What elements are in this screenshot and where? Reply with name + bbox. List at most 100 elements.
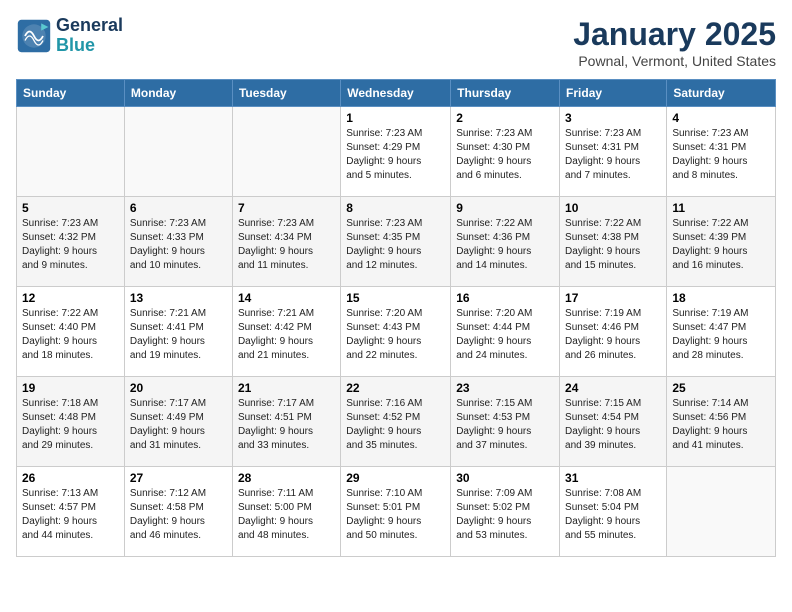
day-number: 16 xyxy=(456,291,554,305)
day-info: Sunrise: 7:23 AMSunset: 4:31 PMDaylight:… xyxy=(565,127,661,183)
day-info: Sunrise: 7:13 AMSunset: 4:57 PMDaylight:… xyxy=(22,487,119,543)
day-number: 3 xyxy=(565,111,661,125)
day-cell: 24Sunrise: 7:15 AMSunset: 4:54 PMDayligh… xyxy=(560,377,667,467)
day-info: Sunrise: 7:11 AMSunset: 5:00 PMDaylight:… xyxy=(238,487,335,543)
logo-text: General Blue xyxy=(56,16,123,56)
day-cell: 13Sunrise: 7:21 AMSunset: 4:41 PMDayligh… xyxy=(124,287,232,377)
day-info: Sunrise: 7:16 AMSunset: 4:52 PMDaylight:… xyxy=(346,397,445,453)
day-info: Sunrise: 7:23 AMSunset: 4:30 PMDaylight:… xyxy=(456,127,554,183)
day-cell: 25 Sunrise: 7:14 AMSunset: 4:56 PMDayligh… xyxy=(667,377,776,467)
day-cell xyxy=(232,107,340,197)
weekday-header-saturday: Saturday xyxy=(667,80,776,107)
day-number: 28 xyxy=(238,471,335,485)
logo-icon xyxy=(16,18,52,54)
day-cell: 19 Sunrise: 7:18 AMSunset: 4:48 PMDayligh… xyxy=(17,377,125,467)
day-cell xyxy=(124,107,232,197)
day-info: Sunrise: 7:22 AMSunset: 4:36 PMDaylight:… xyxy=(456,217,554,273)
calendar-table: SundayMondayTuesdayWednesdayThursdayFrid… xyxy=(16,79,776,557)
day-number: 30 xyxy=(456,471,554,485)
weekday-header-friday: Friday xyxy=(560,80,667,107)
day-number: 11 xyxy=(672,201,770,215)
day-number: 31 xyxy=(565,471,661,485)
title-block: January 2025 Pownal, Vermont, United Sta… xyxy=(573,16,776,69)
day-info: Sunrise: 7:19 AMSunset: 4:47 PMDaylight:… xyxy=(672,307,770,363)
day-number: 25 xyxy=(672,381,770,395)
day-number: 18 xyxy=(672,291,770,305)
week-row-3: 12 Sunrise: 7:22 AMSunset: 4:40 PMDayligh… xyxy=(17,287,776,377)
weekday-header-monday: Monday xyxy=(124,80,232,107)
day-number: 1 xyxy=(346,111,445,125)
weekday-header-thursday: Thursday xyxy=(451,80,560,107)
day-number: 5 xyxy=(22,201,119,215)
day-number: 21 xyxy=(238,381,335,395)
day-info: Sunrise: 7:23 AMSunset: 4:33 PMDaylight:… xyxy=(130,217,227,273)
day-cell xyxy=(17,107,125,197)
day-cell: 1 Sunrise: 7:23 AMSunset: 4:29 PMDaylight… xyxy=(341,107,451,197)
day-cell: 16 Sunrise: 7:20 AMSunset: 4:44 PMDayligh… xyxy=(451,287,560,377)
day-cell: 8 Sunrise: 7:23 AMSunset: 4:35 PMDaylight… xyxy=(341,197,451,287)
weekday-header-sunday: Sunday xyxy=(17,80,125,107)
day-number: 9 xyxy=(456,201,554,215)
location: Pownal, Vermont, United States xyxy=(573,53,776,69)
month-title: January 2025 xyxy=(573,16,776,53)
day-cell: 3 Sunrise: 7:23 AMSunset: 4:31 PMDaylight… xyxy=(560,107,667,197)
day-info: Sunrise: 7:09 AMSunset: 5:02 PMDaylight:… xyxy=(456,487,554,543)
day-number: 8 xyxy=(346,201,445,215)
week-row-1: 1 Sunrise: 7:23 AMSunset: 4:29 PMDaylight… xyxy=(17,107,776,197)
day-number: 14 xyxy=(238,291,335,305)
day-number: 19 xyxy=(22,381,119,395)
day-cell: 11 Sunrise: 7:22 AMSunset: 4:39 PMDayligh… xyxy=(667,197,776,287)
day-cell: 31Sunrise: 7:08 AMSunset: 5:04 PMDayligh… xyxy=(560,467,667,557)
day-cell: 15 Sunrise: 7:20 AMSunset: 4:43 PMDayligh… xyxy=(341,287,451,377)
day-cell: 10 Sunrise: 7:22 AMSunset: 4:38 PMDayligh… xyxy=(560,197,667,287)
day-info: Sunrise: 7:19 AMSunset: 4:46 PMDaylight:… xyxy=(565,307,661,363)
day-number: 15 xyxy=(346,291,445,305)
day-cell: 6 Sunrise: 7:23 AMSunset: 4:33 PMDaylight… xyxy=(124,197,232,287)
weekday-header-row: SundayMondayTuesdayWednesdayThursdayFrid… xyxy=(17,80,776,107)
day-number: 10 xyxy=(565,201,661,215)
day-info: Sunrise: 7:17 AMSunset: 4:51 PMDaylight:… xyxy=(238,397,335,453)
day-cell: 21 Sunrise: 7:17 AMSunset: 4:51 PMDayligh… xyxy=(232,377,340,467)
day-cell: 22 Sunrise: 7:16 AMSunset: 4:52 PMDayligh… xyxy=(341,377,451,467)
weekday-header-wednesday: Wednesday xyxy=(341,80,451,107)
day-cell: 12 Sunrise: 7:22 AMSunset: 4:40 PMDayligh… xyxy=(17,287,125,377)
day-cell: 5Sunrise: 7:23 AMSunset: 4:32 PMDaylight… xyxy=(17,197,125,287)
day-number: 22 xyxy=(346,381,445,395)
day-info: Sunrise: 7:18 AMSunset: 4:48 PMDaylight:… xyxy=(22,397,119,453)
weekday-header-tuesday: Tuesday xyxy=(232,80,340,107)
day-cell: 18 Sunrise: 7:19 AMSunset: 4:47 PMDayligh… xyxy=(667,287,776,377)
day-cell: 30 Sunrise: 7:09 AMSunset: 5:02 PMDayligh… xyxy=(451,467,560,557)
day-number: 23 xyxy=(456,381,554,395)
day-cell: 23 Sunrise: 7:15 AMSunset: 4:53 PMDayligh… xyxy=(451,377,560,467)
day-cell: 17 Sunrise: 7:19 AMSunset: 4:46 PMDayligh… xyxy=(560,287,667,377)
day-cell: 20 Sunrise: 7:17 AMSunset: 4:49 PMDayligh… xyxy=(124,377,232,467)
day-info: Sunrise: 7:14 AMSunset: 4:56 PMDaylight:… xyxy=(672,397,770,453)
day-info: Sunrise: 7:17 AMSunset: 4:49 PMDaylight:… xyxy=(130,397,227,453)
day-info: Sunrise: 7:23 AMSunset: 4:29 PMDaylight:… xyxy=(346,127,445,183)
day-info: Sunrise: 7:22 AMSunset: 4:38 PMDaylight:… xyxy=(565,217,661,273)
day-info: Sunrise: 7:20 AMSunset: 4:43 PMDaylight:… xyxy=(346,307,445,363)
day-number: 26 xyxy=(22,471,119,485)
day-number: 2 xyxy=(456,111,554,125)
day-number: 6 xyxy=(130,201,227,215)
day-number: 24 xyxy=(565,381,661,395)
page-header: General Blue January 2025 Pownal, Vermon… xyxy=(16,16,776,69)
logo: General Blue xyxy=(16,16,123,56)
day-cell: 29 Sunrise: 7:10 AMSunset: 5:01 PMDayligh… xyxy=(341,467,451,557)
week-row-5: 26 Sunrise: 7:13 AMSunset: 4:57 PMDayligh… xyxy=(17,467,776,557)
day-cell: 26 Sunrise: 7:13 AMSunset: 4:57 PMDayligh… xyxy=(17,467,125,557)
day-number: 20 xyxy=(130,381,227,395)
day-cell: 4Sunrise: 7:23 AMSunset: 4:31 PMDaylight… xyxy=(667,107,776,197)
day-cell: 27Sunrise: 7:12 AMSunset: 4:58 PMDayligh… xyxy=(124,467,232,557)
day-cell xyxy=(667,467,776,557)
day-number: 29 xyxy=(346,471,445,485)
day-info: Sunrise: 7:10 AMSunset: 5:01 PMDaylight:… xyxy=(346,487,445,543)
day-number: 12 xyxy=(22,291,119,305)
day-info: Sunrise: 7:22 AMSunset: 4:40 PMDaylight:… xyxy=(22,307,119,363)
day-info: Sunrise: 7:22 AMSunset: 4:39 PMDaylight:… xyxy=(672,217,770,273)
day-number: 7 xyxy=(238,201,335,215)
day-info: Sunrise: 7:15 AMSunset: 4:53 PMDaylight:… xyxy=(456,397,554,453)
day-info: Sunrise: 7:23 AMSunset: 4:35 PMDaylight:… xyxy=(346,217,445,273)
day-info: Sunrise: 7:20 AMSunset: 4:44 PMDaylight:… xyxy=(456,307,554,363)
day-number: 17 xyxy=(565,291,661,305)
